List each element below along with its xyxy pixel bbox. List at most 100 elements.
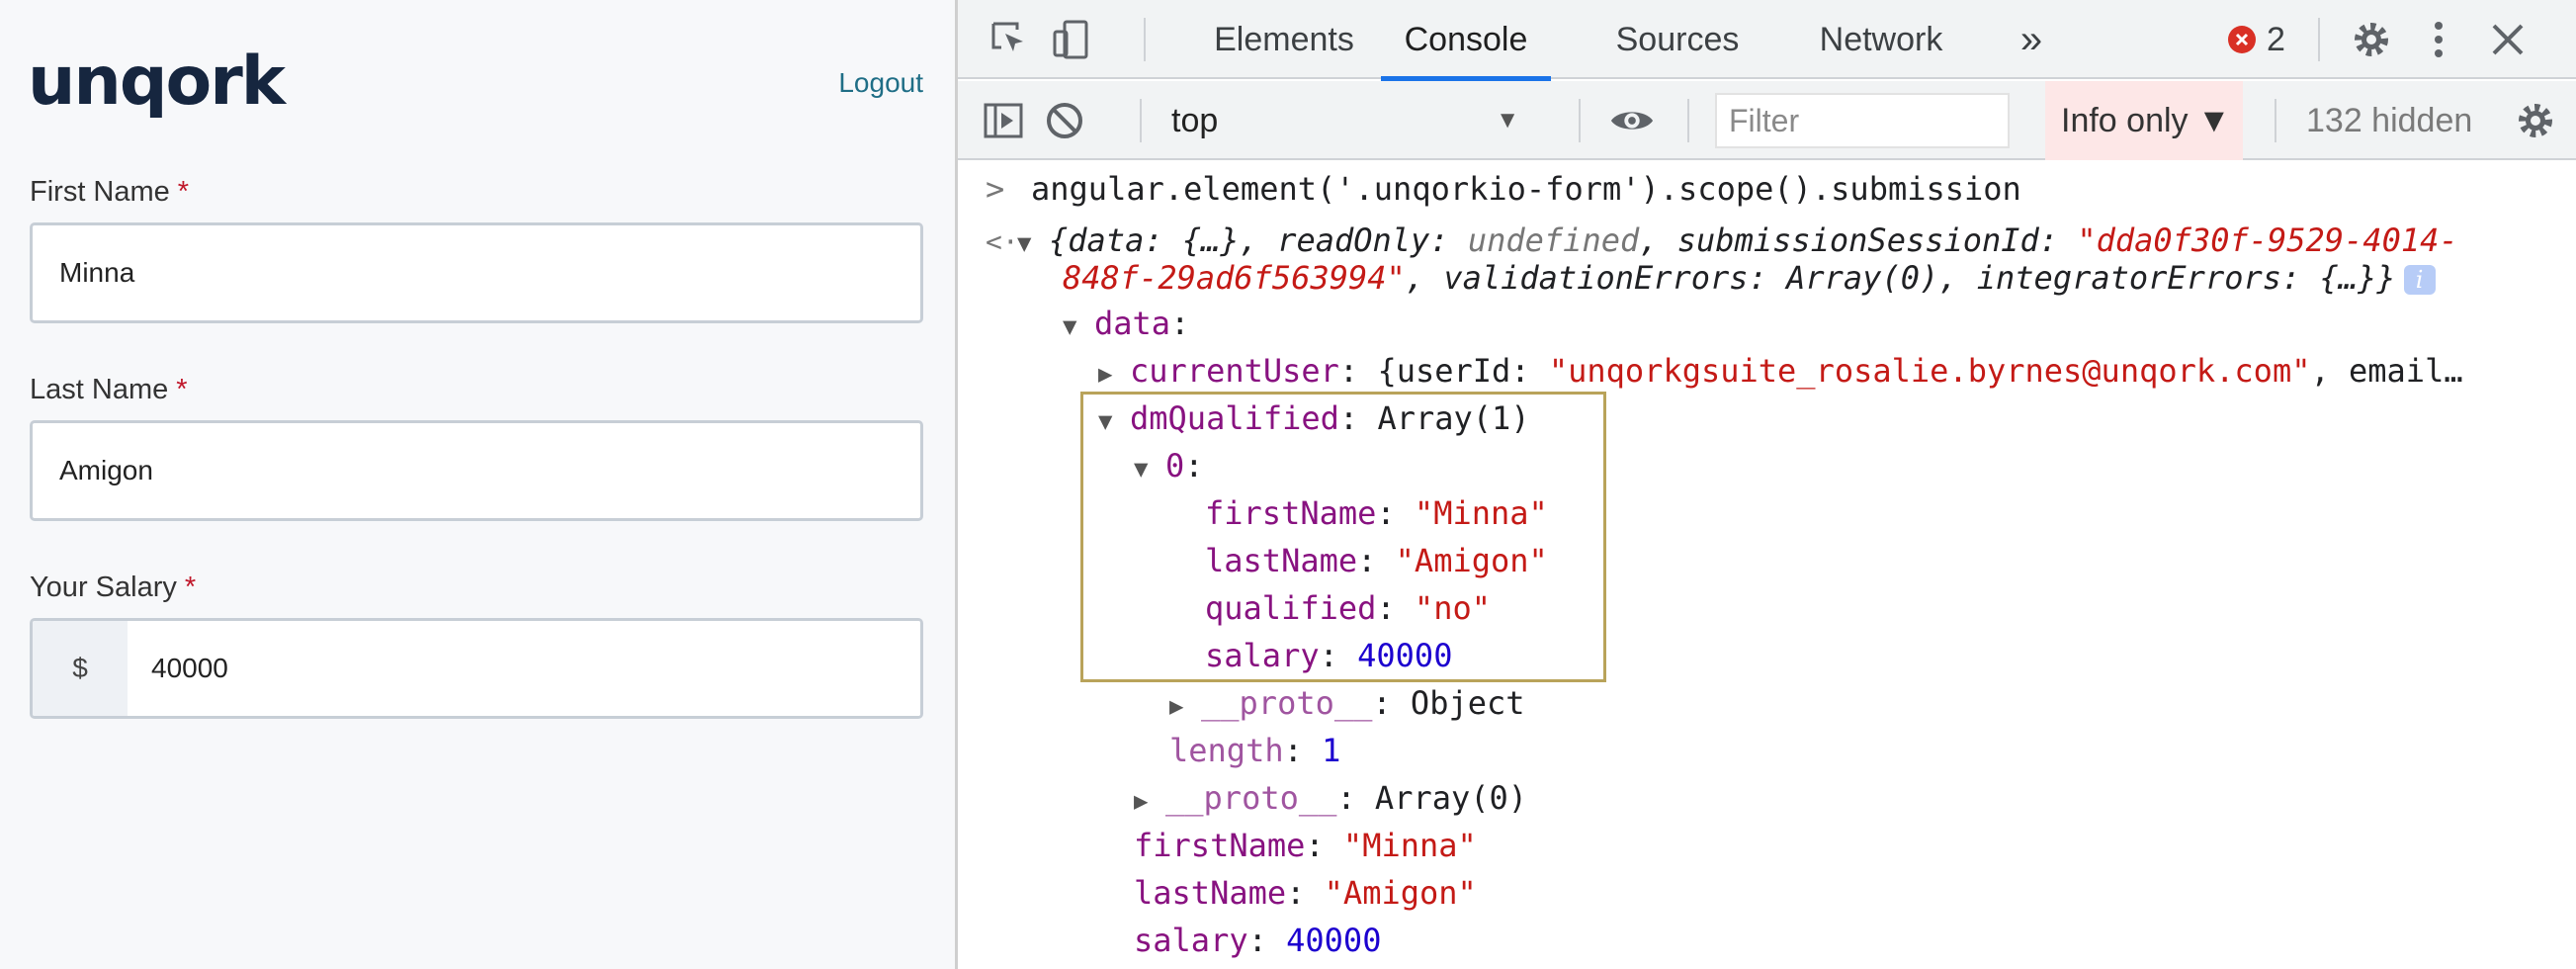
salary-field: $ (30, 618, 923, 719)
current-user-text: , email… (2310, 352, 2463, 390)
more-tabs-button[interactable]: » (2010, 0, 2053, 79)
hidden-messages-count: 132 hidden (2306, 102, 2473, 139)
triangle-down-icon[interactable]: ▼ (1063, 304, 1094, 349)
tree-root-property: firstName: "Minna" (1134, 827, 1477, 864)
tree-proto-array-node[interactable]: ▶ __proto__: Array(0) (1134, 775, 1527, 824)
result-summary-line-2: 848f-29ad6f563994", validationErrors: Ar… (1063, 255, 2436, 301)
summary-text: , validationErrors: Array(0), integrator… (1405, 259, 2396, 297)
property-key: qualified (1205, 589, 1377, 627)
context-selector[interactable]: top ▼ (1171, 95, 1527, 146)
toolbar-divider (1140, 99, 1142, 142)
tree-dm-qualified-node[interactable]: ▼ dmQualified: Array(1) (1098, 396, 1530, 444)
last-name-input[interactable] (30, 420, 923, 521)
index-key: 0 (1165, 447, 1185, 484)
more-options-icon[interactable] (2415, 16, 2462, 63)
tree-proto-object-node[interactable]: ▶ __proto__: Object (1169, 680, 1525, 729)
console-command-line: > angular.element('.unqorkio-form').scope… (986, 166, 2021, 212)
current-user-id: "unqorkgsuite_rosalie.byrnes@unqork.com" (1548, 352, 2311, 390)
proto-key: __proto__ (1165, 779, 1337, 817)
unqork-app-pane: unqork Logout First Name* Last Name* You… (0, 0, 955, 969)
property-key: salary (1205, 637, 1320, 674)
last-name-label-text: Last Name (30, 374, 169, 405)
currency-prefix: $ (33, 621, 128, 716)
first-name-input[interactable] (30, 222, 923, 323)
console-filter-input[interactable] (1715, 93, 2010, 148)
length-key: length (1169, 732, 1284, 769)
clear-console-icon[interactable] (1041, 97, 1088, 144)
log-levels-dropdown[interactable]: Info only ▼ (2045, 81, 2243, 160)
tree-property: firstName: "Minna" (1205, 494, 1548, 532)
console-command: angular.element('.unqorkio-form').scope(… (1031, 170, 2021, 208)
summary-undefined: undefined (1467, 221, 1640, 259)
summary-text: {data: {…}, readOnly: (1049, 221, 1468, 259)
devtools-panel: Elements Console Sources Network » 2 top (955, 0, 2576, 969)
context-value: top (1171, 102, 1219, 139)
settings-gear-icon[interactable] (2348, 16, 2395, 63)
tree-current-user-node[interactable]: ▶ currentUser: {userId: "unqorkgsuite_ros… (1098, 348, 2463, 396)
show-sidebar-icon[interactable] (980, 97, 1027, 144)
length-value: 1 (1322, 732, 1341, 769)
console-settings-gear-icon[interactable] (2512, 97, 2559, 144)
last-name-label: Last Name * (30, 374, 188, 406)
tab-console[interactable]: Console (1381, 0, 1551, 81)
unqork-logo: unqork (28, 43, 286, 121)
required-asterisk: * (177, 176, 190, 208)
property-value: "Minna" (1414, 494, 1548, 532)
triangle-down-icon[interactable]: ▼ (1134, 446, 1165, 491)
proto-value: Object (1410, 684, 1525, 722)
property-value: "Minna" (1342, 827, 1477, 864)
console-output: > angular.element('.unqorkio-form').scope… (958, 162, 2576, 969)
current-user-key: currentUser (1130, 352, 1339, 390)
data-key: data (1094, 305, 1171, 342)
inspect-element-icon[interactable] (986, 16, 1033, 63)
salary-label-text: Your Salary (30, 572, 177, 603)
live-expression-eye-icon[interactable] (1608, 97, 1656, 144)
tab-sources[interactable]: Sources (1581, 0, 1774, 79)
property-value: 40000 (1357, 637, 1453, 674)
triangle-down-icon[interactable]: ▼ (1098, 398, 1130, 444)
triangle-right-icon[interactable]: ▶ (1169, 683, 1201, 729)
console-toolbar: top ▼ Info only ▼ 132 hidden (958, 81, 2576, 160)
tab-network[interactable]: Network (1782, 0, 1980, 79)
property-value: "Amigon" (1324, 874, 1477, 912)
tree-property: qualified: "no" (1205, 589, 1491, 627)
proto-key: __proto__ (1201, 684, 1373, 722)
property-value: 40000 (1286, 922, 1382, 959)
property-key: firstName (1134, 827, 1306, 864)
toolbar-divider (1144, 18, 1146, 61)
tree-index-node[interactable]: ▼ 0: (1134, 443, 1204, 491)
tree-property: lastName: "Amigon" (1205, 542, 1548, 579)
tree-data-node[interactable]: ▼ data: (1063, 301, 1189, 349)
logout-link[interactable]: Logout (838, 67, 923, 99)
error-counter[interactable]: 2 (2227, 21, 2285, 58)
toolbar-divider (1579, 99, 1581, 142)
close-devtools-icon[interactable] (2484, 16, 2532, 63)
first-name-label-text: First Name (30, 176, 170, 208)
first-name-label: First Name * (30, 176, 189, 209)
current-user-text: {userId: (1377, 352, 1549, 390)
summary-session-id: "dda0f30f-9529-4014- (2077, 221, 2458, 259)
property-key: salary (1134, 922, 1248, 959)
devtools-tab-bar: Elements Console Sources Network » 2 (958, 0, 2576, 81)
device-toolbar-icon[interactable] (1047, 16, 1094, 63)
proto-value: Array(0) (1374, 779, 1528, 817)
dm-qualified-key: dmQualified (1130, 399, 1339, 437)
triangle-right-icon[interactable]: ▶ (1134, 778, 1165, 824)
tree-root-property: lastName: "Amigon" (1134, 874, 1477, 912)
salary-input[interactable] (128, 621, 920, 716)
tree-root-property: salary: 40000 (1134, 922, 1382, 959)
tab-elements[interactable]: Elements (1183, 0, 1385, 79)
tree-length-property: length: 1 (1169, 732, 1341, 769)
triangle-down-icon[interactable]: ▼ (1017, 220, 1049, 266)
caret-down-icon: ▼ (1496, 107, 1519, 133)
info-icon[interactable]: i (2403, 265, 2436, 295)
tree-property: salary: 40000 (1205, 637, 1453, 674)
salary-label: Your Salary * (30, 572, 196, 604)
dm-qualified-value: Array(1) (1377, 399, 1530, 437)
triangle-right-icon[interactable]: ▶ (1098, 351, 1130, 396)
summary-session-id-cont: 848f-29ad6f563994" (1063, 259, 1406, 297)
toolbar-divider (2318, 18, 2320, 61)
property-key: lastName (1134, 874, 1287, 912)
error-icon (2228, 26, 2256, 53)
required-asterisk: * (176, 374, 188, 405)
